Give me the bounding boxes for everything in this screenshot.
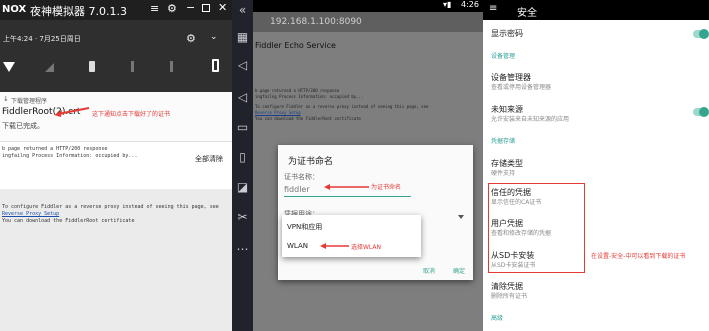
- reverse-proxy-link[interactable]: Reverse Proxy Setup: [2, 211, 230, 218]
- wifi-icon[interactable]: [3, 62, 15, 72]
- settings-annotation: 在设置-安全-中可以看到下载的证书: [591, 253, 686, 260]
- notification-app: 下载管理程序: [11, 98, 48, 105]
- menu-icon[interactable]: ≡: [150, 2, 159, 15]
- keyboard-icon[interactable]: ▦: [232, 30, 253, 44]
- battery-icon[interactable]: [89, 61, 95, 72]
- page-line-4: You can download the FiddlerRoot certifi…: [255, 116, 361, 121]
- page-line-1: ingfailng Process Information: occupied …: [2, 153, 138, 159]
- annotation-arrow: [54, 107, 90, 117]
- security-settings-panel: ≡ 安全 显示密码 设备管理 设备管理器 查看或停用设备管理器 未知来源 允许安…: [483, 0, 709, 331]
- section-advanced: 高级: [491, 315, 504, 322]
- phone-icon[interactable]: [212, 59, 219, 72]
- volume-up-icon[interactable]: ◁: [232, 58, 253, 72]
- maximize-icon[interactable]: [202, 4, 210, 12]
- emulator-sidebar: « ▦ ◁ ◁ ▭ ▯ ◪ ✂ ⋯: [232, 0, 253, 331]
- close-icon[interactable]: ✕: [218, 1, 227, 14]
- status-icons: ▾▮: [443, 0, 452, 9]
- settings-title: 安全: [517, 8, 537, 19]
- volume-down-icon[interactable]: ◁: [232, 90, 253, 104]
- page-title: Fiddler Echo Service: [255, 41, 336, 50]
- hamburger-icon[interactable]: ≡: [489, 3, 497, 14]
- status-bar: ▾▮ 4:26: [253, 0, 483, 12]
- option-wlan[interactable]: WLAN: [287, 242, 308, 250]
- expand-chevron-icon[interactable]: ⌄: [210, 32, 218, 42]
- item-device-admins-sub: 查看或停用设备管理器: [491, 84, 552, 91]
- ok-button[interactable]: 确定: [453, 266, 465, 275]
- item-unknown-sources-sub: 允许安装来自未知来源的应用: [491, 116, 570, 123]
- cert-name-underline: [284, 196, 411, 197]
- nox-logo: NOX: [2, 4, 27, 15]
- toggle-knob: [699, 29, 709, 39]
- cert-name-dialog: 为证书命名 证书名称： fiddler 为证书命名 凭据用途： 取消 确定: [278, 145, 473, 280]
- option-vpn-apps[interactable]: VPN和应用: [287, 222, 322, 232]
- notification-panel: b page returned a HTTP/200 response ingf…: [0, 0, 232, 331]
- url-bar[interactable]: 192.168.1.100:8090: [253, 12, 483, 32]
- settings-gear-icon[interactable]: ⚙: [186, 32, 196, 45]
- url-text[interactable]: 192.168.1.100:8090: [270, 17, 362, 27]
- wlan-annotation: 选择WLAN: [351, 244, 382, 251]
- page-line-2: To configure Fiddler as a reverse proxy …: [2, 204, 219, 210]
- flashlight-icon[interactable]: [131, 61, 134, 72]
- status-time: 4:26: [461, 0, 479, 9]
- notification-annotation: 这下通知点击下载好了的证书: [92, 111, 171, 118]
- quick-settings-shade: 上午4:24 · 7月25日周日 ⚙ ⌄: [0, 20, 232, 92]
- cut-icon[interactable]: ✂: [232, 210, 253, 224]
- more-icon[interactable]: ⋯: [232, 242, 253, 256]
- section-device-admin: 设备管理: [491, 53, 516, 60]
- notification-status: 下载已完成。: [2, 122, 44, 130]
- app-title: 夜神模拟器 7.0.1.3: [30, 5, 127, 18]
- cert-name-label: 证书名称：: [284, 173, 319, 181]
- page-line-0: b page returned a HTTP/200 response: [2, 146, 108, 152]
- emulator-titlebar: NOX 夜神模拟器 7.0.1.3 ≡ ⚙ − ✕: [0, 0, 232, 20]
- item-show-password[interactable]: 显示密码: [491, 28, 523, 39]
- show-password-toggle[interactable]: [693, 29, 709, 39]
- item-storage-type-sub: 硬件支持: [491, 170, 516, 177]
- screen-icon[interactable]: ▭: [232, 120, 253, 134]
- settings-icon[interactable]: ⚙: [167, 2, 177, 15]
- cancel-button[interactable]: 取消: [423, 266, 435, 275]
- section-credential-storage: 凭据存储: [491, 138, 516, 145]
- apk-install-icon[interactable]: ▯: [232, 150, 253, 164]
- back-page-fade: To configure Fiddler as a reverse proxy …: [0, 189, 232, 331]
- credentials-highlight-box: [488, 183, 585, 273]
- cert-name-annotation: 为证书命名: [371, 184, 402, 191]
- browser-panel: ▾▮ 4:26 192.168.1.100:8090 Fiddler Echo …: [253, 0, 483, 331]
- rotate-icon[interactable]: [170, 61, 173, 72]
- item-clear-credentials-sub: 删除所有证书: [491, 293, 528, 300]
- annotation-arrow: [324, 184, 369, 190]
- clear-all-button[interactable]: 全部清除: [195, 154, 223, 164]
- toggle-knob: [699, 107, 709, 117]
- collapse-icon[interactable]: «: [232, 3, 253, 17]
- dialog-title: 为证书命名: [288, 157, 334, 167]
- annotation-arrow: [320, 243, 349, 249]
- download-notification[interactable]: ↓ 下载管理程序 FiddlerRoot(2).crt 下载已完成。 这下通知点…: [0, 92, 232, 142]
- usage-dropdown-arrow-icon[interactable]: [458, 215, 464, 219]
- signal-icon[interactable]: [45, 63, 54, 72]
- download-icon: ↓: [3, 95, 9, 103]
- minimize-icon[interactable]: −: [186, 1, 195, 14]
- more-tools-icon[interactable]: ◪: [232, 180, 253, 194]
- cert-name-input[interactable]: fiddler: [284, 185, 310, 194]
- shade-datetime: 上午4:24 · 7月25日周日: [3, 35, 81, 43]
- unknown-sources-toggle[interactable]: [693, 107, 709, 117]
- settings-header: ≡ 安全: [483, 0, 709, 20]
- page-line-4: You can download the FiddlerRoot certifi…: [2, 218, 135, 224]
